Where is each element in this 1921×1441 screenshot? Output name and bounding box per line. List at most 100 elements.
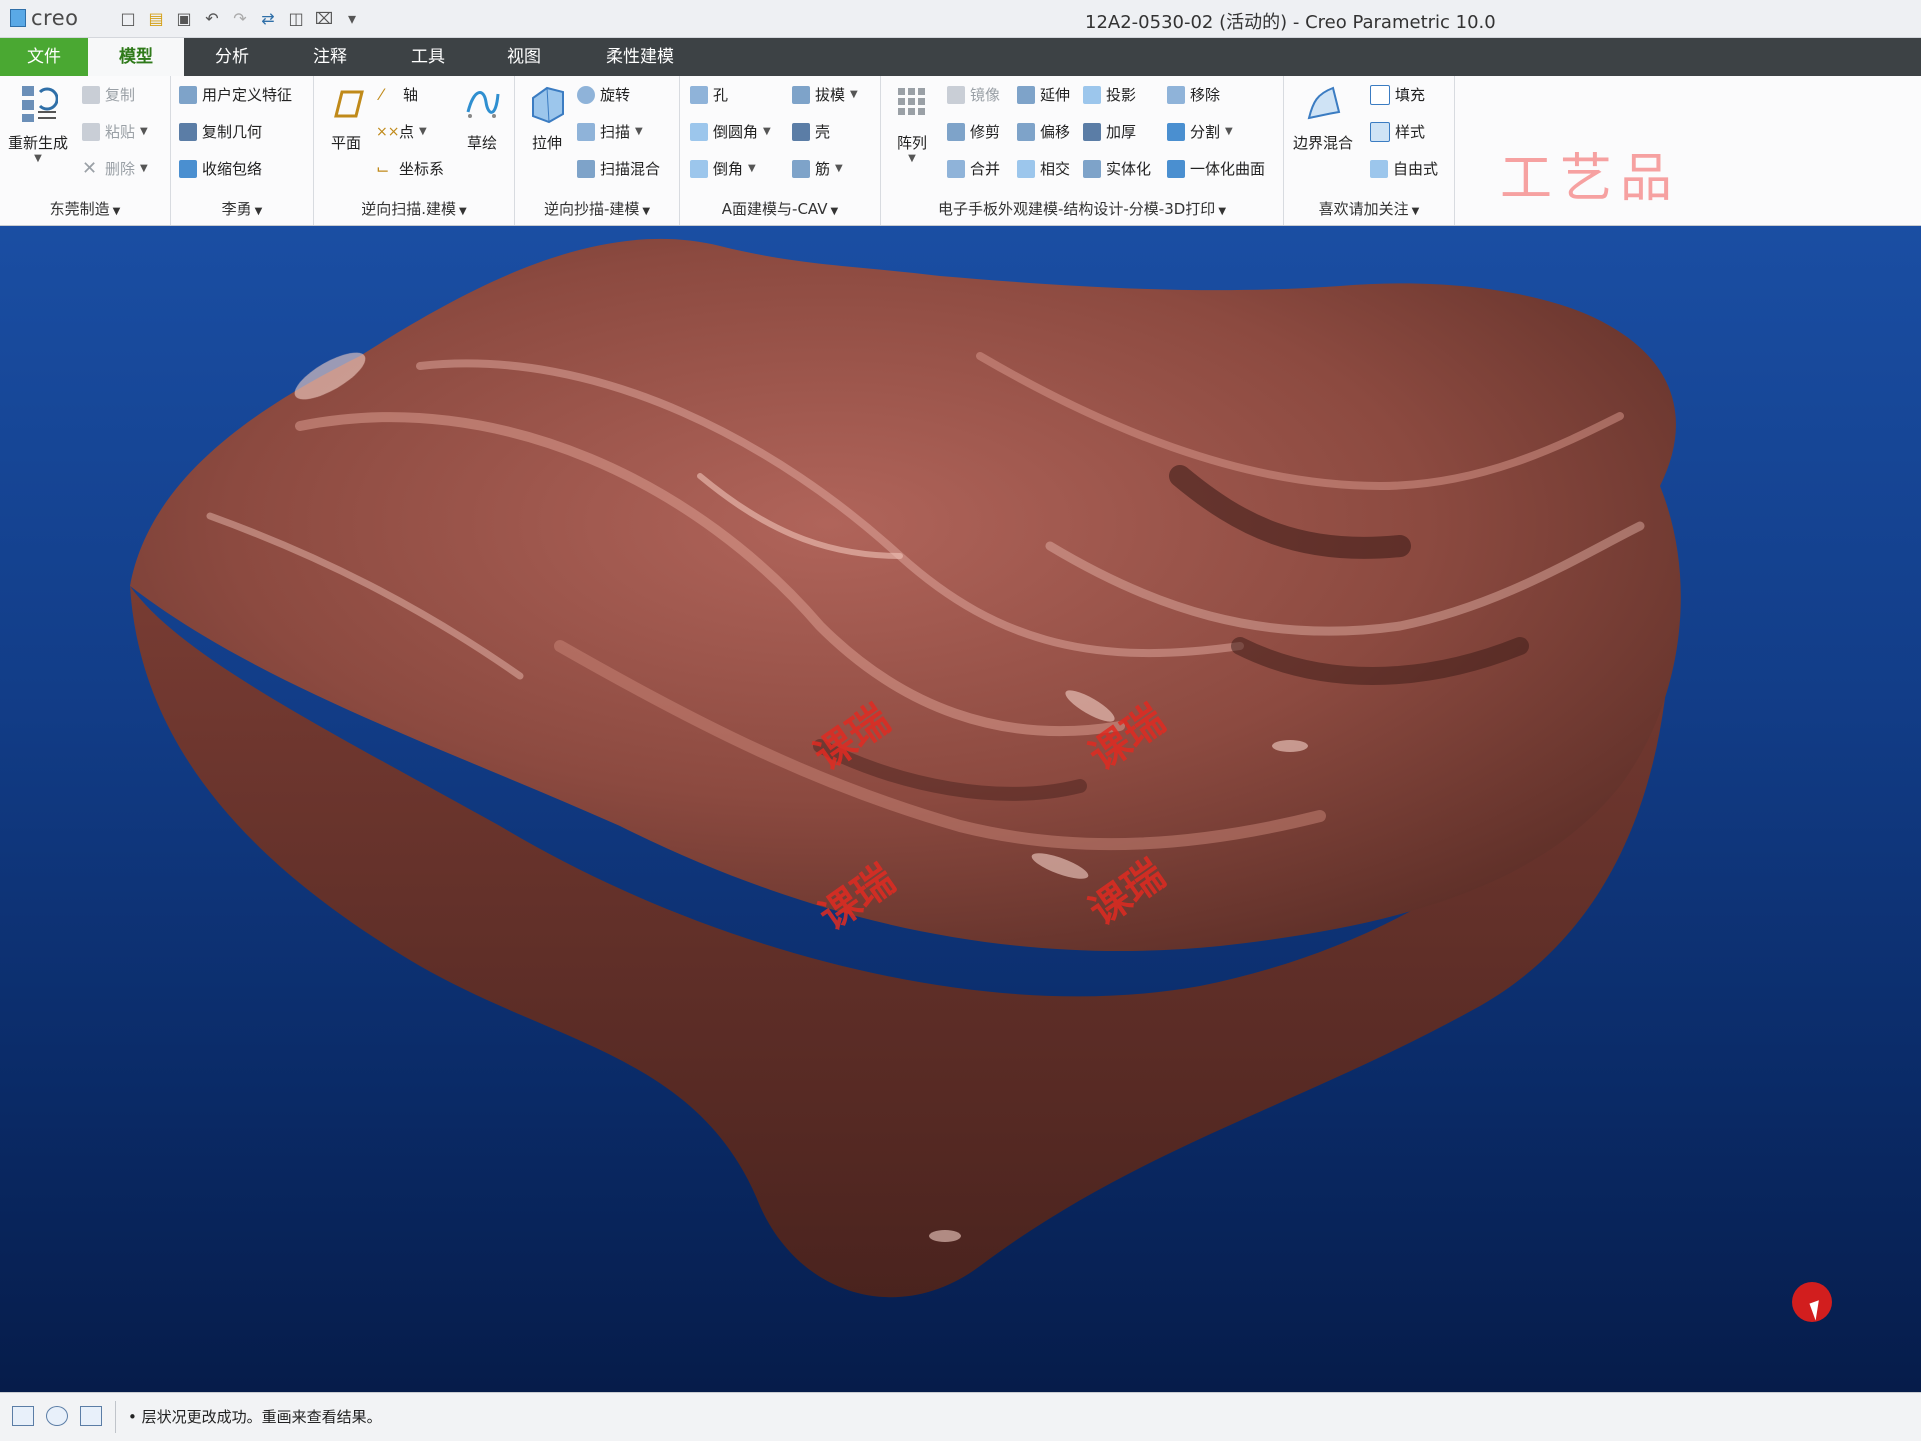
tab-annotate[interactable]: 注释 xyxy=(298,38,362,76)
app-logo: creo xyxy=(10,6,79,30)
mirror-button[interactable]: 镜像 xyxy=(947,82,1000,108)
swept-blend-button[interactable]: 扫描混合 xyxy=(577,156,660,182)
draft-button[interactable]: 拔模 ▼ xyxy=(792,82,858,108)
extend-button[interactable]: 延伸 xyxy=(1017,82,1070,108)
merge-button[interactable]: 合并 xyxy=(947,156,1000,182)
udf-button[interactable]: 用户定义特征 xyxy=(179,82,292,108)
pattern-button[interactable]: 阵列 ▼ xyxy=(881,82,943,164)
round-button[interactable]: 倒圆角 ▼ xyxy=(690,119,771,145)
unify-surface-icon xyxy=(1167,160,1185,178)
ribbon-tab-bar: 文件 模型 分析 注释 工具 视图 柔性建模 xyxy=(0,38,1921,76)
creo-cube-icon xyxy=(10,9,26,27)
rib-label: 筋 xyxy=(815,160,831,178)
paste-label: 粘贴 xyxy=(105,123,136,141)
customize-icon[interactable]: ▾ xyxy=(339,7,365,29)
redo-icon[interactable]: ↷ xyxy=(227,7,253,29)
pattern-label: 阵列 xyxy=(896,134,927,152)
open-icon[interactable]: ▤ xyxy=(143,7,169,29)
remove-icon xyxy=(1167,86,1185,104)
tab-model[interactable]: 模型 xyxy=(88,38,184,76)
plane-button[interactable]: 平面 xyxy=(314,82,378,153)
revolve-button[interactable]: 旋转 xyxy=(577,82,630,108)
new-icon[interactable]: □ xyxy=(115,7,141,29)
group-label[interactable]: 电子手板外观建模-结构设计-分模-3D打印 ▼ xyxy=(881,198,1283,219)
group-label[interactable]: 逆向扫描.建模 ▼ xyxy=(314,198,514,219)
copy-button[interactable]: 复制 xyxy=(82,82,135,108)
rib-button[interactable]: 筋 ▼ xyxy=(792,156,843,182)
sweep-button[interactable]: 扫描 ▼ xyxy=(577,119,643,145)
copy-icon xyxy=(82,86,100,104)
split-button[interactable]: 分割 ▼ xyxy=(1167,119,1233,145)
intersect-button[interactable]: 相交 xyxy=(1017,156,1070,182)
quick-access-toolbar: □ ▤ ▣ ↶ ↷ ⇄ ◫ ⌧ ▾ xyxy=(115,7,365,29)
group-label[interactable]: 逆向抄描-建模 ▼ xyxy=(515,198,679,219)
fullscreen-icon[interactable] xyxy=(80,1406,102,1426)
group-label[interactable]: A面建模与-CAV ▼ xyxy=(680,198,880,219)
shell-button[interactable]: 壳 xyxy=(792,119,830,145)
regenerate-button[interactable]: 重新生成 ▼ xyxy=(6,82,70,164)
group-operations: 重新生成 ▼ 复制 粘贴 ▼ ✕ 删除 ▼ 东莞制造 ▼ xyxy=(0,76,171,225)
undo-icon[interactable]: ↶ xyxy=(199,7,225,29)
tab-file[interactable]: 文件 xyxy=(0,38,88,76)
status-message: • 层状况更改成功。重画来查看结果。 xyxy=(128,1408,382,1426)
status-message-text: 层状况更改成功。重画来查看结果。 xyxy=(141,1408,382,1426)
regenerate-icon[interactable]: ⇄ xyxy=(255,7,281,29)
tab-flexible-modeling[interactable]: 柔性建模 xyxy=(594,38,686,76)
mirror-icon xyxy=(947,86,965,104)
paste-button[interactable]: 粘贴 ▼ xyxy=(82,119,148,145)
shrinkwrap-button[interactable]: 收缩包络 xyxy=(179,156,262,182)
windows-icon[interactable]: ◫ xyxy=(283,7,309,29)
group-label-text: 电子手板外观建模-结构设计-分模-3D打印 xyxy=(937,200,1216,218)
thicken-label: 加厚 xyxy=(1106,123,1137,141)
point-button[interactable]: ×× 点 ▼ xyxy=(376,119,427,145)
fill-button[interactable]: 填充 xyxy=(1370,82,1425,108)
freestyle-label: 自由式 xyxy=(1393,160,1439,178)
plane-label: 平面 xyxy=(330,134,361,152)
tab-view[interactable]: 视图 xyxy=(492,38,556,76)
status-bar: • 层状况更改成功。重画来查看结果。 xyxy=(0,1392,1921,1441)
tab-tools[interactable]: 工具 xyxy=(396,38,460,76)
hole-button[interactable]: 孔 xyxy=(690,82,728,108)
sketch-button[interactable]: 草绘 xyxy=(450,82,514,153)
csys-icon: ⌙ xyxy=(376,159,390,178)
hole-icon xyxy=(690,86,708,104)
group-label[interactable]: 喜欢请加关注 ▼ xyxy=(1284,198,1454,219)
boundary-blend-button[interactable]: 边界混合 xyxy=(1288,82,1358,153)
group-engineering: 孔 拔模 ▼ 倒圆角 ▼ 壳 倒角 ▼ 筋 ▼ A面建模与-CAV ▼ xyxy=(680,76,881,225)
close-icon[interactable]: ⌧ xyxy=(311,7,337,29)
axis-button[interactable]: ⁄ 轴 xyxy=(380,82,418,108)
browser-toggle-icon[interactable] xyxy=(46,1406,68,1426)
solidify-label: 实体化 xyxy=(1106,160,1152,178)
round-icon xyxy=(690,123,708,141)
group-datum: 平面 ⁄ 轴 ×× 点 ▼ ⌙ 坐标系 草绘 逆向扫描.建模 ▼ xyxy=(314,76,515,225)
group-label[interactable]: 东莞制造 ▼ xyxy=(0,198,170,219)
trim-label: 修剪 xyxy=(970,123,1001,141)
remove-button[interactable]: 移除 xyxy=(1167,82,1220,108)
mirror-label: 镜像 xyxy=(970,86,1001,104)
offset-button[interactable]: 偏移 xyxy=(1017,119,1070,145)
freestyle-button[interactable]: 自由式 xyxy=(1370,156,1438,182)
graphics-viewport[interactable]: 课瑞 课瑞 课瑞 课瑞 xyxy=(0,226,1921,1392)
project-button[interactable]: 投影 xyxy=(1083,82,1136,108)
copy-geometry-button[interactable]: 复制几何 xyxy=(179,119,262,145)
delete-button[interactable]: ✕ 删除 ▼ xyxy=(82,156,148,182)
save-icon[interactable]: ▣ xyxy=(171,7,197,29)
trim-button[interactable]: 修剪 xyxy=(947,119,1000,145)
shell-label: 壳 xyxy=(815,123,831,141)
csys-button[interactable]: ⌙ 坐标系 xyxy=(376,156,444,182)
copy-geometry-label: 复制几何 xyxy=(202,123,263,141)
unify-surface-button[interactable]: 一体化曲面 xyxy=(1167,156,1265,182)
tab-analysis[interactable]: 分析 xyxy=(200,38,264,76)
shrinkwrap-icon xyxy=(179,160,197,178)
shrinkwrap-label: 收缩包络 xyxy=(202,160,263,178)
solidify-button[interactable]: 实体化 xyxy=(1083,156,1151,182)
chamfer-button[interactable]: 倒角 ▼ xyxy=(690,156,756,182)
extrude-button[interactable]: 拉伸 xyxy=(515,82,579,153)
point-label: 点 xyxy=(399,123,415,141)
navigator-toggle-icon[interactable] xyxy=(12,1406,34,1426)
thicken-button[interactable]: 加厚 xyxy=(1083,119,1136,145)
split-icon xyxy=(1167,123,1185,141)
group-label[interactable]: 李勇 ▼ xyxy=(171,198,313,219)
style-button[interactable]: 样式 xyxy=(1370,119,1425,145)
copy-label: 复制 xyxy=(105,86,136,104)
